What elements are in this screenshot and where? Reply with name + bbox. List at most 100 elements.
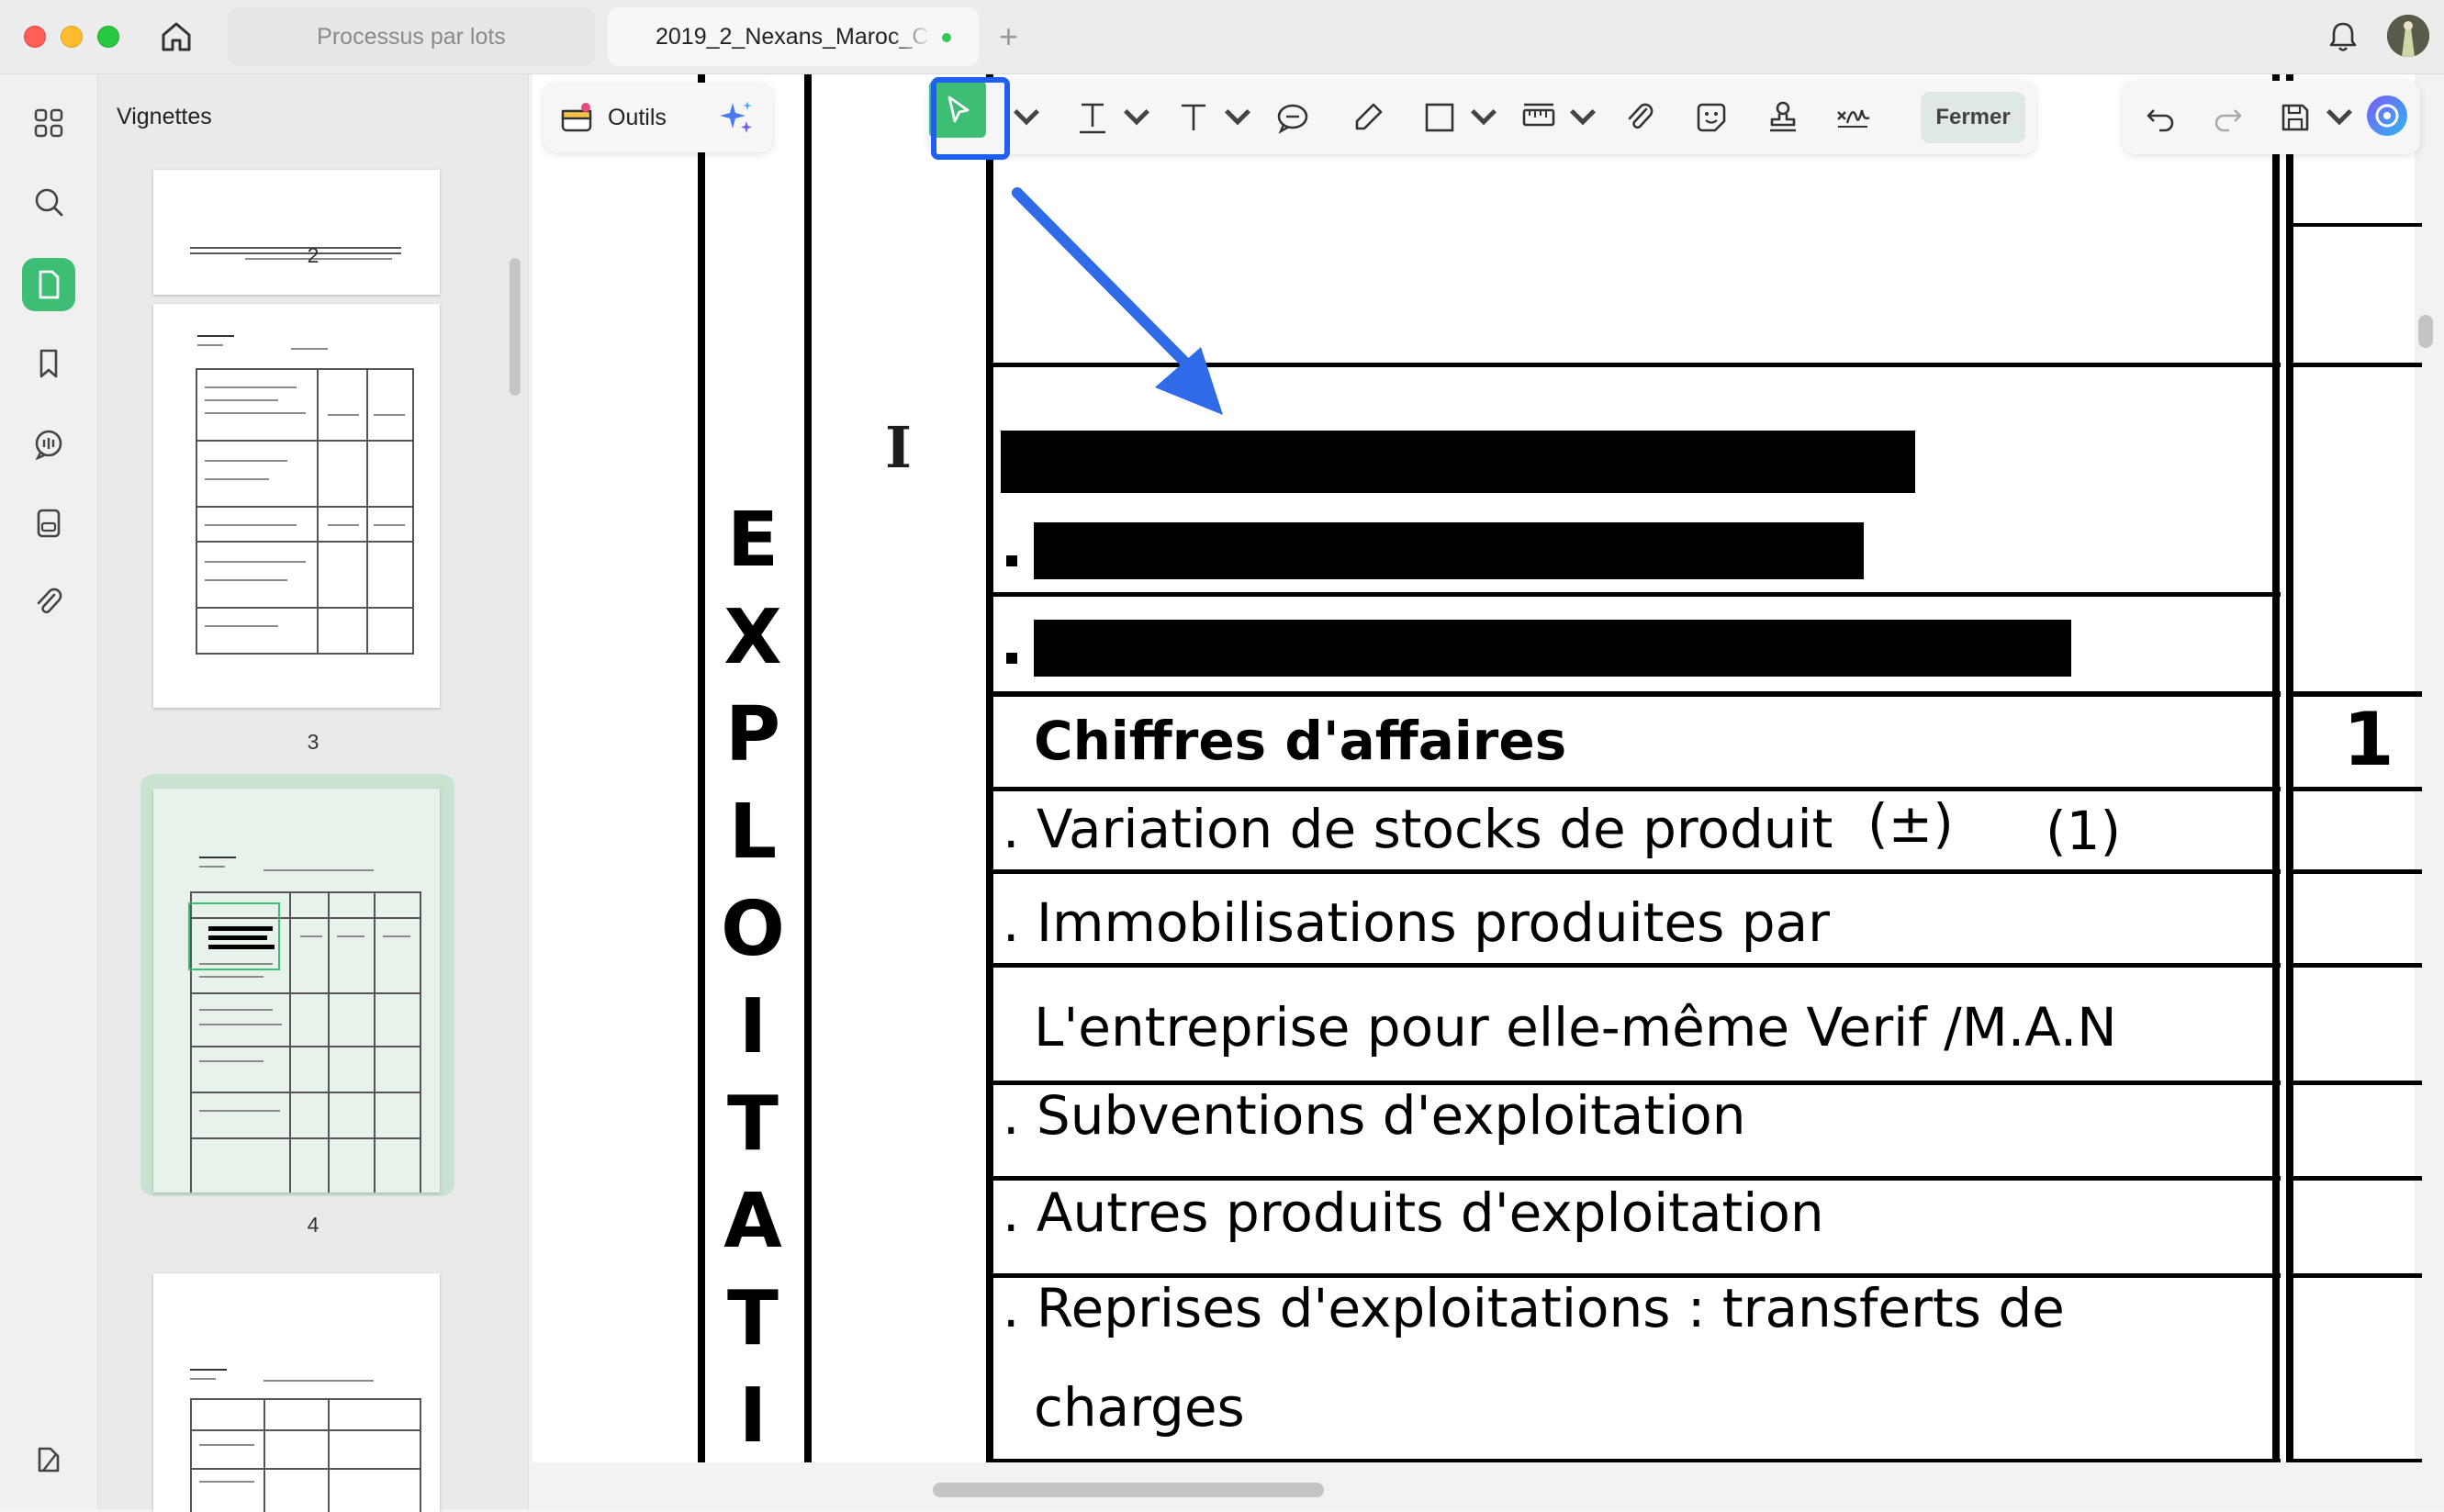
redo-icon bbox=[2214, 109, 2242, 132]
tab-label: Processus par lots bbox=[317, 23, 506, 50]
row-value: 1 bbox=[2343, 697, 2394, 782]
ruler-icon bbox=[1522, 103, 1555, 127]
tools-label: Outils bbox=[608, 104, 667, 130]
bell-icon[interactable] bbox=[2323, 17, 2363, 57]
undo-icon bbox=[2147, 109, 2174, 132]
tab-label: 2019_2_Nexans_Maroc_Co bbox=[656, 23, 931, 50]
ai-sparkle-icon[interactable] bbox=[714, 95, 758, 140]
shape-tool[interactable] bbox=[1419, 94, 1504, 141]
tab-document[interactable]: 2019_2_Nexans_Maroc_Co bbox=[608, 7, 979, 66]
page-thumbnail-3[interactable] bbox=[153, 304, 440, 708]
viewport-indicator bbox=[188, 902, 280, 970]
row-sign: (±) bbox=[1867, 792, 1954, 855]
close-annotation-button[interactable]: Fermer bbox=[1921, 92, 2025, 143]
history-toolbar bbox=[2123, 81, 2420, 154]
redaction-bar bbox=[1001, 431, 1915, 493]
rectangle-icon bbox=[1425, 103, 1454, 132]
sticker-icon bbox=[1697, 103, 1726, 132]
page-number: 2 bbox=[307, 243, 320, 267]
select-tool-highlight bbox=[931, 77, 1010, 160]
new-tab-button[interactable]: + bbox=[999, 17, 1018, 57]
row-note: (1) bbox=[2046, 800, 2122, 862]
signature-tool[interactable] bbox=[1833, 94, 1873, 141]
vertical-scrollbar[interactable] bbox=[2418, 315, 2433, 348]
row-label: Chiffres d'affaires bbox=[1034, 710, 1567, 772]
heading-letter: T bbox=[727, 1275, 779, 1362]
section-numeral: I bbox=[885, 414, 913, 481]
page-number: 3 bbox=[307, 730, 320, 754]
paperclip-icon bbox=[1628, 103, 1654, 129]
ai-assistant-button[interactable] bbox=[2363, 92, 2411, 140]
bookmark-icon[interactable] bbox=[22, 337, 75, 390]
home-icon[interactable] bbox=[156, 17, 196, 57]
thumbnails-panel: Vignettes 2 3 4 bbox=[98, 74, 529, 1512]
thumbnails-icon[interactable] bbox=[22, 258, 75, 311]
attach-file-tool[interactable] bbox=[1620, 94, 1660, 141]
heading-letter: A bbox=[723, 1178, 782, 1265]
pointer-arrow-annotation bbox=[1012, 187, 1223, 415]
signature-icon bbox=[1837, 109, 1870, 128]
undo-button[interactable] bbox=[2141, 94, 2181, 141]
page-thumbnail-4-selected[interactable] bbox=[140, 774, 454, 1196]
sticker-tool[interactable] bbox=[1691, 94, 1732, 141]
heading-letter: O bbox=[721, 886, 785, 973]
bullet bbox=[1006, 555, 1017, 566]
row-label: . Subventions d'exploitation bbox=[1003, 1084, 1746, 1147]
horizontal-scrollbar[interactable] bbox=[933, 1483, 1324, 1497]
row-label-continued: charges bbox=[1034, 1376, 1245, 1439]
title-bar: Processus par lots 2019_2_Nexans_Maroc_C… bbox=[0, 0, 2444, 74]
attachment-icon[interactable] bbox=[22, 576, 75, 629]
thumbnails-scrollbar[interactable] bbox=[510, 258, 521, 396]
grid-icon[interactable] bbox=[22, 96, 75, 150]
comments-icon[interactable] bbox=[22, 418, 75, 471]
highlighter-tool[interactable] bbox=[1348, 94, 1388, 141]
unsaved-dot-icon bbox=[942, 33, 951, 42]
bullet bbox=[1006, 653, 1017, 664]
tab-batch-process[interactable]: Processus par lots bbox=[228, 7, 595, 66]
heading-letter: E bbox=[726, 497, 779, 584]
row-label: . Variation de stocks de produit bbox=[1003, 798, 1833, 860]
document-viewer[interactable]: I E X P L O I T A T I Chiffres d'affaire… bbox=[529, 74, 2444, 1509]
pdf-page: I E X P L O I T A T I Chiffres d'affaire… bbox=[533, 74, 2422, 1462]
redo-button[interactable] bbox=[2207, 94, 2248, 141]
heading-letter: T bbox=[727, 1081, 779, 1168]
text-underline-icon bbox=[1080, 103, 1105, 134]
layers-icon[interactable] bbox=[22, 1433, 75, 1486]
save-menu-button[interactable] bbox=[2275, 94, 2360, 141]
toolbox-icon bbox=[561, 103, 592, 132]
avatar[interactable] bbox=[2387, 15, 2429, 57]
text-tool[interactable] bbox=[1173, 94, 1258, 141]
page-thumbnail-2[interactable] bbox=[153, 170, 440, 295]
text-icon bbox=[1182, 104, 1205, 130]
redaction-bar bbox=[1034, 620, 2071, 677]
row-label: . Autres produits d'exploitation bbox=[1003, 1182, 1824, 1244]
page-number: 4 bbox=[307, 1213, 320, 1237]
heading-letter: I bbox=[738, 983, 768, 1070]
row-label: . Reprises d'exploitations : transferts … bbox=[1003, 1277, 2065, 1339]
heading-letter: P bbox=[724, 691, 781, 778]
search-icon[interactable] bbox=[22, 175, 75, 229]
window-close-button[interactable] bbox=[24, 26, 46, 48]
comment-tool[interactable] bbox=[1272, 94, 1313, 141]
window-maximize-button[interactable] bbox=[97, 26, 119, 48]
ai-assistant-icon bbox=[2367, 95, 2407, 136]
stamp-tool[interactable] bbox=[1763, 94, 1803, 141]
window-minimize-button[interactable] bbox=[61, 26, 83, 48]
form-fields-icon[interactable] bbox=[22, 497, 75, 550]
row-label-continued: L'entreprise pour elle-même Verif /M.A.N bbox=[1034, 996, 2117, 1058]
page-thumbnail-5[interactable] bbox=[153, 1273, 440, 1512]
marker-icon bbox=[1355, 103, 1383, 130]
redaction-bar bbox=[1034, 522, 1864, 579]
left-rail bbox=[0, 74, 98, 1509]
heading-letter: X bbox=[723, 594, 782, 681]
tools-bar: Outils bbox=[544, 83, 773, 152]
measure-tool[interactable] bbox=[1519, 94, 1603, 141]
horizontal-scroll-track bbox=[529, 1472, 2420, 1499]
tools-button[interactable]: Outils bbox=[558, 94, 667, 141]
text-underline-tool[interactable] bbox=[1072, 94, 1157, 141]
heading-letter: I bbox=[738, 1372, 768, 1460]
stamp-icon bbox=[1770, 101, 1796, 132]
annotation-toolbar: Fermer bbox=[929, 81, 2036, 154]
page-thumbnail-4 bbox=[153, 789, 440, 1193]
save-icon bbox=[2281, 104, 2309, 131]
